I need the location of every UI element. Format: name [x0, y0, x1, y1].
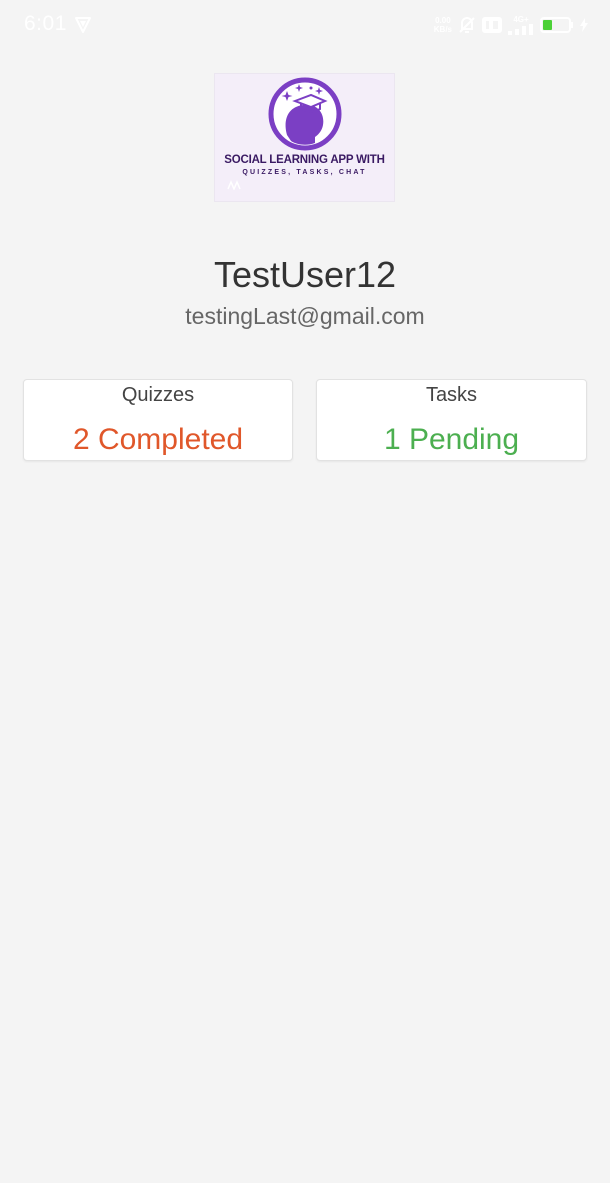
logo-subtitle: QUIZZES, TASKS, CHAT	[242, 169, 367, 176]
signal-icon	[508, 24, 533, 35]
vpn-shield-icon	[75, 17, 91, 33]
profile-username: TestUser12	[213, 254, 397, 295]
network-speed-unit: KB/s	[433, 25, 452, 34]
graduation-head-icon	[268, 77, 342, 151]
status-indicators: 0.00 KB/s 4G+	[434, 14, 588, 36]
tasks-card[interactable]: Tasks 1 Pending	[316, 379, 587, 461]
alarm-off-icon	[459, 17, 475, 33]
status-time: 6:01	[24, 12, 67, 35]
battery-icon	[540, 17, 573, 33]
network-type: 4G+	[508, 15, 534, 35]
watermark-icon	[227, 180, 241, 190]
network-type-label: 4G+	[513, 15, 529, 24]
network-speed: 0.00 KB/s	[434, 16, 452, 34]
app-logo: SOCIAL LEARNING APP WITH QUIZZES, TASKS,…	[214, 73, 395, 202]
tasks-label: Tasks	[425, 384, 478, 406]
charging-icon	[580, 18, 588, 32]
profile-email: testingLast@gmail.com	[185, 303, 425, 329]
quizzes-card[interactable]: Quizzes 2 Completed	[23, 379, 293, 461]
hd-icon	[482, 17, 502, 33]
network-speed-value: 0.00	[435, 16, 451, 25]
status-bar: 6:01 0.00 KB/s 4G+	[0, 0, 610, 52]
logo-title: SOCIAL LEARNING APP WITH	[224, 154, 385, 166]
quizzes-value: 2 Completed	[72, 423, 244, 456]
quizzes-label: Quizzes	[121, 384, 195, 406]
tasks-value: 1 Pending	[383, 423, 520, 456]
